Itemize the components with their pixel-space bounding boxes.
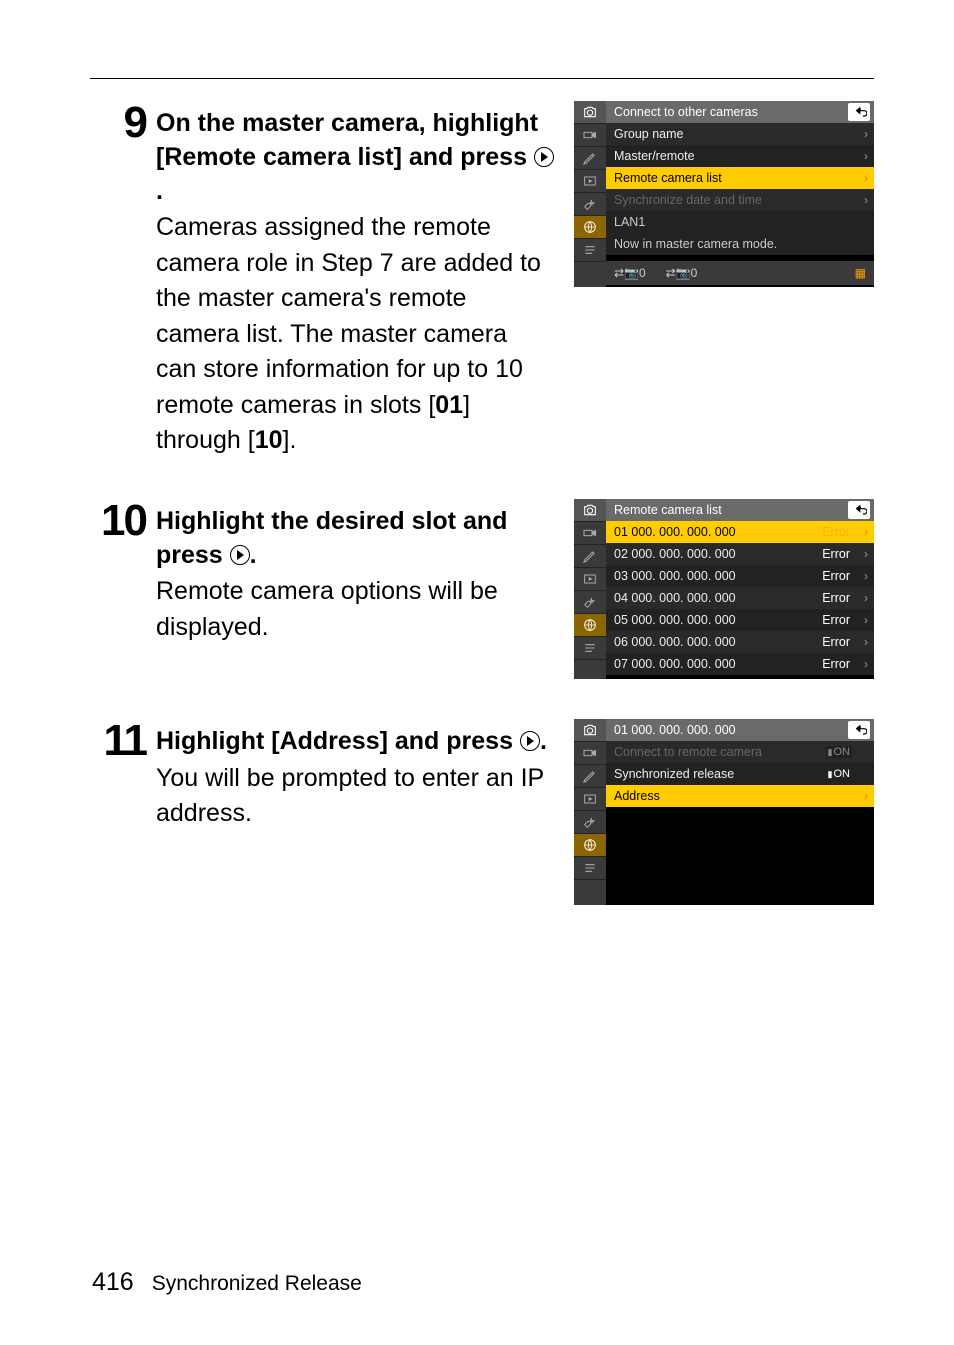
list-item: 07 000. 000. 000. 000Error› — [606, 653, 874, 675]
list-icon — [574, 637, 606, 660]
list-item: 03 000. 000. 000. 000Error› — [606, 565, 874, 587]
bottom-bar: ⇄📷0 ⇄📷0 ▦ — [606, 261, 874, 285]
step-description: Cameras assigned the remote camera role … — [156, 210, 554, 459]
back-icon — [848, 501, 870, 519]
step-9: 9 On the master camera, highlight [Remot… — [90, 101, 874, 459]
document-page: 9 On the master camera, highlight [Remot… — [0, 0, 954, 1345]
list-icon — [574, 857, 606, 880]
step-description: You will be prompted to enter an IP addr… — [156, 761, 554, 832]
list-item: 05 000. 000. 000. 000Error› — [606, 609, 874, 631]
step-heading: Highlight the desired slot and press . — [156, 505, 554, 573]
play-icon — [574, 568, 606, 591]
network-icon — [574, 216, 606, 239]
status-line: LAN1 — [606, 211, 874, 233]
right-press-icon — [230, 545, 250, 565]
menu-item-disabled: Connect to remote cameraON — [606, 741, 874, 763]
switch-indicator: ON — [826, 746, 852, 758]
menu-item-disabled: Synchronize date and time› — [606, 189, 874, 211]
video-icon — [574, 522, 606, 545]
video-icon — [574, 124, 606, 147]
list-item: 02 000. 000. 000. 000Error› — [606, 543, 874, 565]
right-press-icon — [534, 147, 554, 167]
back-icon — [848, 721, 870, 739]
right-press-icon — [520, 731, 540, 751]
menu-item: Group name› — [606, 123, 874, 145]
switch-indicator: ON — [826, 768, 852, 780]
list-item-highlighted: 01 000. 000. 000. 000Error› — [606, 521, 874, 543]
play-icon — [574, 170, 606, 193]
video-icon — [574, 742, 606, 765]
menu-title: Remote camera list — [606, 499, 874, 521]
network-icon — [574, 614, 606, 637]
step-number: 11 — [90, 719, 146, 905]
grid-icon: ▦ — [855, 266, 866, 280]
wrench-icon — [574, 591, 606, 614]
list-item: 04 000. 000. 000. 000Error› — [606, 587, 874, 609]
step-heading: On the master camera, highlight [Remote … — [156, 107, 554, 208]
menu-item: Master/remote› — [606, 145, 874, 167]
menu-item-highlighted: Address› — [606, 785, 874, 807]
pencil-icon — [574, 545, 606, 568]
menu-title: 01 000. 000. 000. 000 — [606, 719, 874, 741]
step-heading: Highlight [Address] and press . — [156, 725, 554, 759]
list-icon — [574, 239, 606, 262]
network-icon — [574, 834, 606, 857]
step-10: 10 Highlight the desired slot and press … — [90, 499, 874, 679]
step-number: 10 — [90, 499, 146, 679]
list-item: 06 000. 000. 000. 000Error› — [606, 631, 874, 653]
play-icon — [574, 788, 606, 811]
camera-icon — [574, 499, 606, 522]
camera-icon — [574, 719, 606, 742]
screenshot-camera-slot-settings: 01 000. 000. 000. 000 Connect to remote … — [574, 719, 874, 905]
page-number: 416 — [92, 1268, 134, 1297]
pencil-icon — [574, 765, 606, 788]
menu-item-highlighted: Remote camera list› — [606, 167, 874, 189]
camera-icon — [574, 101, 606, 124]
top-rule — [90, 78, 874, 79]
wrench-icon — [574, 193, 606, 216]
wrench-icon — [574, 811, 606, 834]
status-line: Now in master camera mode. — [606, 233, 874, 255]
menu-title: Connect to other cameras — [606, 101, 874, 123]
menu-item: Synchronized releaseON — [606, 763, 874, 785]
page-footer: 416 Synchronized Release — [92, 1268, 362, 1297]
screenshot-remote-camera-list: Remote camera list 01 000. 000. 000. 000… — [574, 499, 874, 679]
step-number: 9 — [90, 101, 146, 459]
step-description: Remote camera options will be displayed. — [156, 574, 554, 645]
screenshot-connect-to-other-cameras: Connect to other cameras Group name› Mas… — [574, 101, 874, 287]
pencil-icon — [574, 147, 606, 170]
back-icon — [848, 103, 870, 121]
step-11: 11 Highlight [Address] and press . You w… — [90, 719, 874, 905]
section-label: Synchronized Release — [152, 1272, 362, 1296]
